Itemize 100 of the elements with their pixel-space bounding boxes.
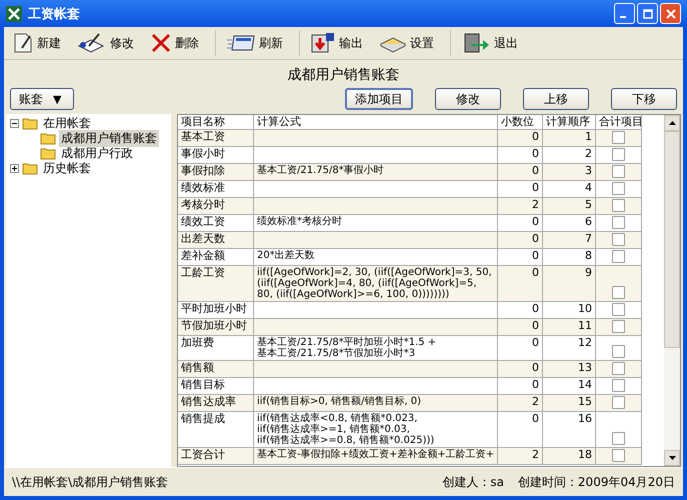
document-icon bbox=[12, 32, 34, 54]
tree-item[interactable]: 在用帐套 bbox=[41, 115, 93, 132]
table-cell: 2 bbox=[543, 147, 596, 164]
checkbox[interactable] bbox=[612, 182, 625, 195]
table-cell: 销售提成 bbox=[178, 412, 254, 448]
table-cell: 14 bbox=[543, 378, 596, 395]
checkbox[interactable] bbox=[612, 286, 625, 299]
table-cell: 0 bbox=[498, 378, 543, 395]
created-date-text: 创建时间：2009年04月20日 bbox=[518, 474, 675, 490]
table-cell: 5 bbox=[543, 198, 596, 215]
table-cell: 销售额 bbox=[178, 361, 254, 378]
checkbox[interactable] bbox=[612, 303, 625, 316]
collapse-icon[interactable] bbox=[10, 119, 19, 128]
table-cell: 0 bbox=[498, 336, 543, 361]
tree-item[interactable]: 成都用户销售账套 bbox=[59, 130, 159, 147]
tree-item[interactable]: 成都用户行政 bbox=[59, 145, 135, 162]
table-cell: 2 bbox=[498, 395, 543, 412]
checkbox[interactable] bbox=[612, 165, 625, 178]
table-cell: 0 bbox=[498, 249, 543, 266]
table-cell: iif([AgeOfWork]=2, 30, (iif([AgeOfWork]=3, 50, (iif([AgeOfWork]=4, 80, (iif([AgeOfWork]=5, 80, (iif([AgeOfWork]>=6, 100, 0)))))))) bbox=[254, 266, 498, 302]
checkbox[interactable] bbox=[612, 148, 625, 161]
table-cell: 20*出差天数 bbox=[254, 249, 498, 266]
table-cell: 事假扣除 bbox=[178, 164, 254, 181]
table-cell: 0 bbox=[498, 361, 543, 378]
table-cell: 加班费 bbox=[178, 336, 254, 361]
minimize-icon bbox=[620, 16, 626, 18]
table-cell: 0 bbox=[498, 181, 543, 198]
table-cell: 销售达成率 bbox=[178, 395, 254, 412]
checkbox[interactable] bbox=[612, 449, 625, 462]
table-cell: 0 bbox=[498, 232, 543, 249]
checkbox[interactable] bbox=[612, 199, 625, 212]
table-cell: 事假小时 bbox=[178, 147, 254, 164]
folder-icon bbox=[40, 147, 56, 160]
toolbar-button[interactable]: 退出 bbox=[457, 30, 522, 56]
checkbox[interactable] bbox=[612, 362, 625, 375]
table-cell: 0 bbox=[498, 215, 543, 232]
action-button[interactable]: 修改 bbox=[435, 88, 501, 110]
table-cell: 工龄工资 bbox=[178, 266, 254, 302]
table-cell: 考核分时 bbox=[178, 198, 254, 215]
table-cell: 工资合计 bbox=[178, 448, 254, 465]
window-title: 工资帐套 bbox=[28, 6, 80, 22]
checkbox[interactable] bbox=[612, 233, 625, 246]
action-button[interactable]: 下移 bbox=[611, 88, 677, 110]
toolbar-button[interactable]: 新建 bbox=[8, 30, 65, 56]
table-cell: iif(销售目标>0, 销售额/销售目标, 0) bbox=[254, 395, 498, 412]
checkbox[interactable] bbox=[612, 216, 625, 229]
table-cell: 0 bbox=[498, 130, 543, 147]
action-button[interactable]: 添加项目 bbox=[345, 88, 413, 110]
maximize-button[interactable] bbox=[637, 3, 658, 24]
table-cell: 13 bbox=[543, 361, 596, 378]
table-cell: 差补金额 bbox=[178, 249, 254, 266]
table-cell: 18 bbox=[543, 448, 596, 465]
table-cell: 基本工资-事假扣除+绩效工资+差补金额+工龄工资+ bbox=[254, 448, 498, 465]
column-header: 项目名称 bbox=[178, 115, 254, 130]
table-cell: 0 bbox=[498, 164, 543, 181]
toolbar-button[interactable]: 刷新 bbox=[222, 30, 287, 56]
folder-icon bbox=[40, 132, 56, 145]
status-path: \\在用帐套\成都用户销售账套 bbox=[12, 474, 168, 490]
table-cell: 基本工资/21.75/8*平时加班小时*1.5 + 基本工资/21.75/8*节假加班小时*3 bbox=[254, 336, 498, 361]
table-cell: 15 bbox=[543, 395, 596, 412]
close-button[interactable] bbox=[660, 3, 681, 24]
creator-text: 创建人：sa bbox=[442, 474, 504, 490]
account-dropdown[interactable]: 账套 ▼ bbox=[10, 88, 74, 110]
table-cell: 8 bbox=[543, 249, 596, 266]
table-cell: 销售目标 bbox=[178, 378, 254, 395]
checkbox[interactable] bbox=[612, 345, 625, 358]
table-cell: 11 bbox=[543, 319, 596, 336]
table-cell: 9 bbox=[543, 266, 596, 302]
toolbar-button[interactable]: 删除 bbox=[146, 30, 203, 56]
checkbox[interactable] bbox=[612, 131, 625, 144]
toolbar-button[interactable]: 输出 bbox=[306, 30, 367, 56]
checkbox[interactable] bbox=[612, 379, 625, 392]
tree-item[interactable]: 历史帐套 bbox=[41, 160, 93, 177]
folder-icon bbox=[22, 162, 38, 175]
checkbox[interactable] bbox=[612, 432, 625, 445]
minimize-button[interactable] bbox=[614, 3, 635, 24]
page-heading: 成都用户销售账套 bbox=[286, 66, 400, 85]
table-cell: 6 bbox=[543, 215, 596, 232]
table-cell: 出差天数 bbox=[178, 232, 254, 249]
toolbar-button[interactable]: 设置 bbox=[375, 30, 438, 56]
checkbox[interactable] bbox=[612, 396, 625, 409]
table-cell: 3 bbox=[543, 164, 596, 181]
table-cell: 7 bbox=[543, 232, 596, 249]
table-cell: 基本工资/21.75/8*事假小时 bbox=[254, 164, 498, 181]
table-cell: iif(销售达成率<0.8, 销售额*0.023, iif(销售达成率>=1, 销售额*0.03, iif(销售达成率>=0.8, 销售额*0.025))) bbox=[254, 412, 498, 448]
table-cell: 平时加班小时 bbox=[178, 302, 254, 319]
down-arrow-icon bbox=[668, 456, 676, 460]
up-arrow-icon bbox=[668, 121, 676, 125]
folder-icon bbox=[22, 117, 38, 130]
checkbox[interactable] bbox=[612, 250, 625, 263]
close-icon bbox=[666, 8, 676, 18]
table-cell: 10 bbox=[543, 302, 596, 319]
checkbox[interactable] bbox=[612, 320, 625, 333]
toolbar-button[interactable]: 修改 bbox=[73, 30, 138, 56]
table-cell: 2 bbox=[498, 448, 543, 465]
expand-icon[interactable] bbox=[10, 164, 19, 173]
vertical-scrollbar[interactable] bbox=[664, 115, 680, 466]
action-button[interactable]: 上移 bbox=[523, 88, 589, 110]
table-cell: 绩效标准 bbox=[178, 181, 254, 198]
maximize-icon bbox=[642, 8, 652, 18]
